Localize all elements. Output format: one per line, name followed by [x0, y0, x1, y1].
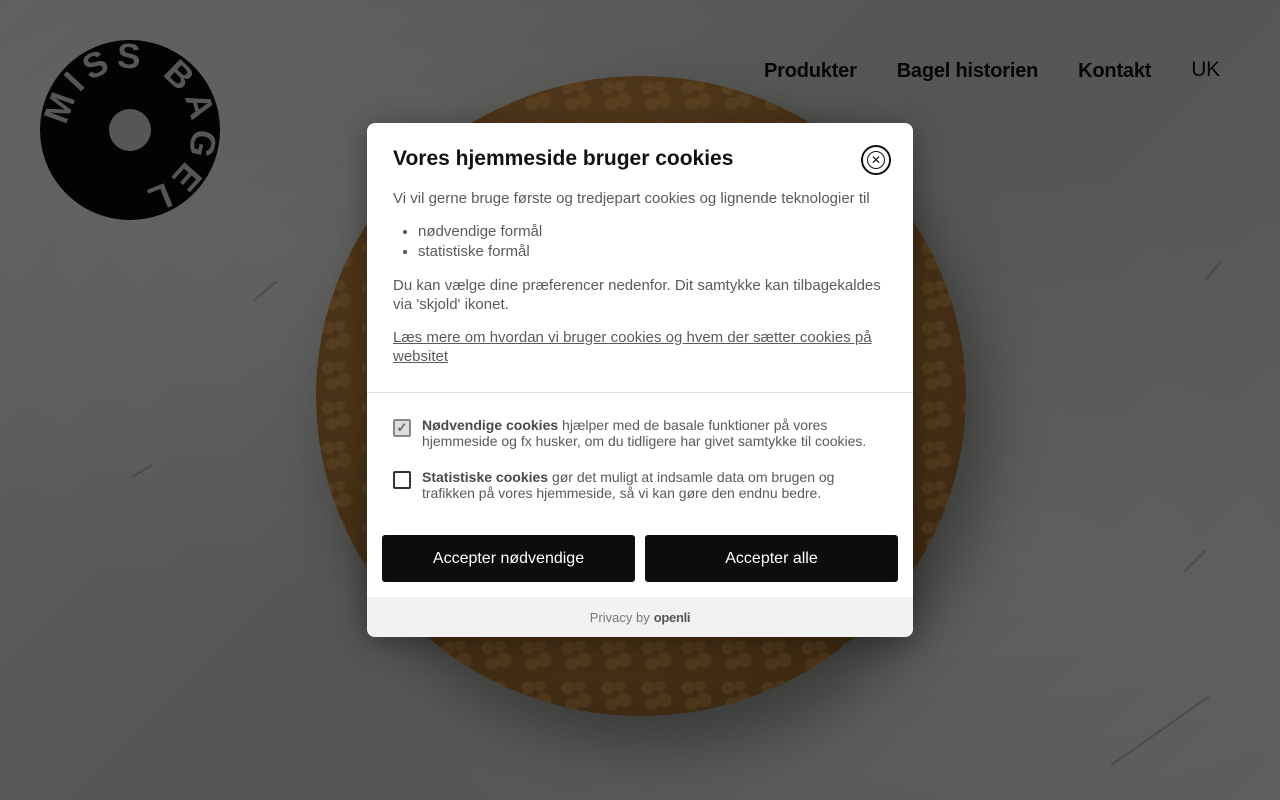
dialog-footer: Privacy by openli — [367, 597, 913, 637]
preferences-text: Du kan vælge dine præferencer nedenfor. … — [393, 277, 881, 313]
dialog-body: Vores hjemmeside bruger cookies Vi vil g… — [367, 123, 913, 366]
option-text: Statistiske cookies gør det muligt at in… — [422, 469, 887, 501]
necessary-checkbox[interactable]: ✓ — [393, 419, 411, 437]
statistics-checkbox[interactable] — [393, 471, 411, 489]
option-text: Nødvendige cookies hjælper med de basale… — [422, 417, 887, 449]
openli-brand-link[interactable]: openli — [654, 610, 691, 625]
accept-necessary-button[interactable]: Accepter nødvendige — [382, 535, 635, 582]
option-title: Statistiske cookies — [422, 469, 549, 485]
purpose-item: statistiske formål — [418, 242, 887, 262]
cookie-options: ✓ Nødvendige cookies hjælper med de basa… — [367, 393, 913, 501]
purpose-item: nødvendige formål — [418, 222, 887, 242]
intro-text: Vi vil gerne bruge første og tredjepart … — [393, 190, 870, 207]
dialog-buttons: Accepter nødvendige Accepter alle — [367, 521, 913, 598]
cookie-policy-link[interactable]: Læs mere om hvordan vi bruger cookies og… — [393, 328, 887, 366]
accept-all-button[interactable]: Accepter alle — [645, 535, 898, 582]
close-circle-icon: ✕ — [867, 151, 885, 169]
check-icon: ✓ — [396, 420, 408, 435]
option-title: Nødvendige cookies — [422, 417, 559, 433]
close-button[interactable]: ✕ — [861, 145, 891, 175]
option-necessary: ✓ Nødvendige cookies hjælper med de basa… — [393, 417, 887, 449]
dialog-title: Vores hjemmeside bruger cookies — [393, 147, 734, 170]
option-statistics: Statistiske cookies gør det muligt at in… — [393, 469, 887, 501]
footer-prefix: Privacy by — [589, 609, 650, 625]
cookie-consent-dialog: ✕ Vores hjemmeside bruger cookies Vi vil… — [367, 123, 913, 637]
purpose-list: nødvendige formål statistiske formål — [393, 222, 887, 262]
